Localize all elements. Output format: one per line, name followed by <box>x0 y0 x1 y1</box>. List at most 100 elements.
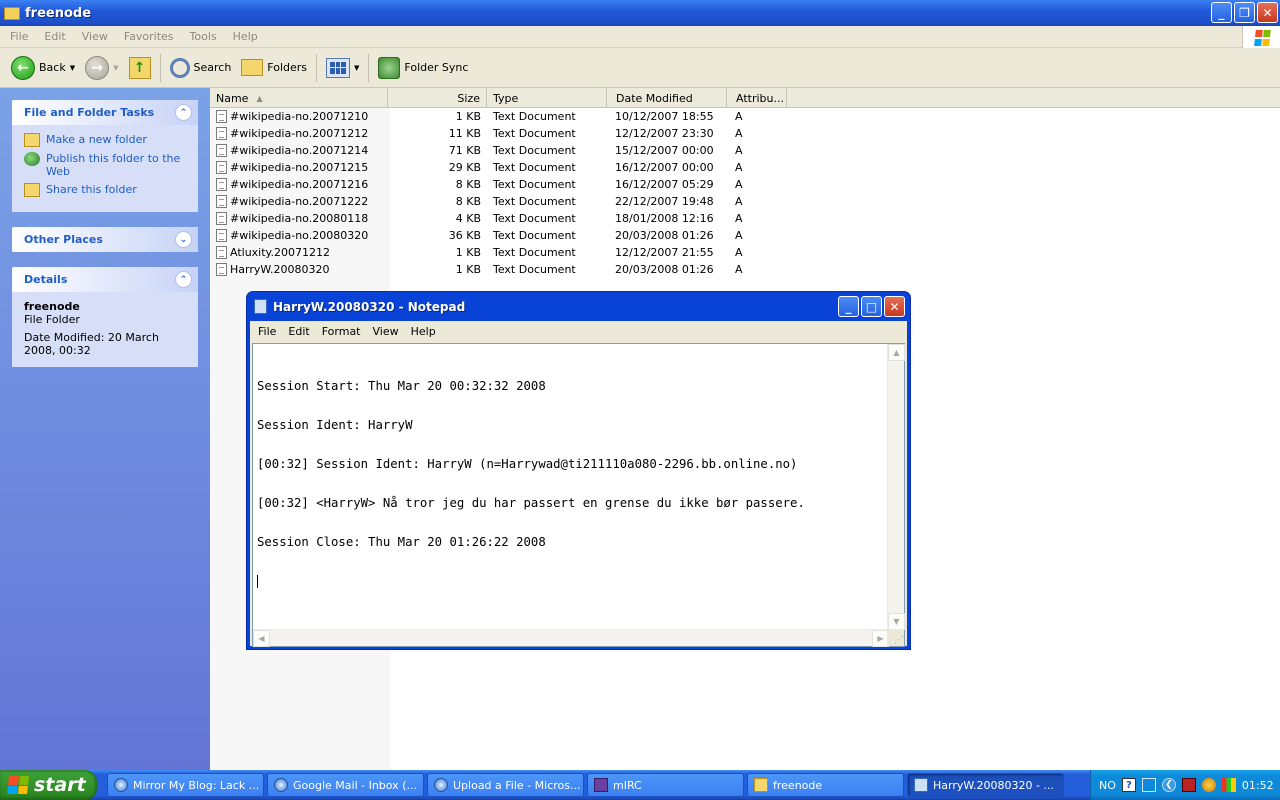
file-type: Text Document <box>493 212 576 225</box>
explorer-menu-bar: File Edit View Favorites Tools Help <box>0 26 1280 48</box>
file-row[interactable]: #wikipedia-no.20080320 36 KB Text Document… <box>210 227 787 244</box>
taskbar-button[interactable]: Google Mail - Inbox (... <box>267 773 424 797</box>
column-type-label: Type <box>493 91 519 105</box>
up-folder-icon: ↑ <box>128 56 151 79</box>
file-row[interactable]: Atluxity.20071212 1 KB Text Document 12/12/… <box>210 244 787 261</box>
taskbar-button-label: Google Mail - Inbox (... <box>293 778 417 792</box>
collapse-icon[interactable]: ⌃ <box>175 104 192 121</box>
menu-favorites[interactable]: Favorites <box>116 30 182 43</box>
search-icon <box>169 57 190 78</box>
search-button[interactable]: Search <box>165 52 237 84</box>
taskbar-button[interactable]: mIRC <box>587 773 744 797</box>
forward-button[interactable]: → ▼ <box>80 52 123 84</box>
taskbar-button[interactable]: freenode <box>747 773 904 797</box>
share-folder-icon <box>24 183 40 197</box>
up-folder-button[interactable]: ↑ <box>124 52 156 84</box>
file-name-cell: #wikipedia-no.20071215 <box>210 161 388 174</box>
text-document-icon <box>216 127 227 140</box>
list-header: Name ▲ Size Type Date Modified Attribu..… <box>210 88 1280 108</box>
notepad-maximize-button[interactable]: □ <box>861 296 882 317</box>
notepad-minimize-button[interactable]: _ <box>838 296 859 317</box>
other-places-header[interactable]: Other Places ⌄ <box>12 227 198 252</box>
notepad-text-area[interactable]: Session Start: Thu Mar 20 00:32:32 2008 … <box>252 343 905 647</box>
share-folder-link[interactable]: Share this folder <box>24 183 188 197</box>
file-type: Text Document <box>493 229 576 242</box>
scroll-up-icon[interactable]: ▲ <box>888 344 905 361</box>
taskbar-button[interactable]: HarryW.20080320 - ... <box>907 773 1064 797</box>
file-row[interactable]: #wikipedia-no.20071215 29 KB Text Document… <box>210 159 787 176</box>
column-header-type[interactable]: Type <box>487 88 607 108</box>
file-name-cell: #wikipedia-no.20071212 <box>210 127 388 140</box>
column-header-attributes[interactable]: Attribu... <box>727 88 787 108</box>
views-dropdown-icon[interactable]: ▼ <box>354 64 359 72</box>
notepad-menu-file[interactable]: File <box>252 325 282 338</box>
file-type: Text Document <box>493 110 576 123</box>
menu-tools[interactable]: Tools <box>182 30 225 43</box>
minimize-button[interactable]: _ <box>1211 2 1232 23</box>
back-arrow-icon: ← <box>11 55 35 80</box>
folders-button[interactable]: Folders <box>236 52 312 84</box>
file-type: Text Document <box>493 144 576 157</box>
resize-grip-icon[interactable]: ⋰ <box>887 629 904 646</box>
file-row[interactable]: #wikipedia-no.20071210 1 KB Text Document 1… <box>210 108 787 125</box>
tray-app-icon[interactable] <box>1181 778 1196 792</box>
back-dropdown-icon[interactable]: ▼ <box>70 64 75 72</box>
details-header[interactable]: Details ⌃ <box>12 267 198 292</box>
notepad-menu-format[interactable]: Format <box>316 325 367 338</box>
file-attributes: A <box>735 127 743 140</box>
toolbar-separator <box>316 53 318 82</box>
taskbar-button[interactable]: Upload a File - Micros... <box>427 773 584 797</box>
file-row[interactable]: #wikipedia-no.20071216 8 KB Text Document 1… <box>210 176 787 193</box>
clock[interactable]: 01:52 <box>1242 779 1274 792</box>
file-type: Text Document <box>493 127 576 140</box>
text-cursor <box>257 575 258 588</box>
vertical-scrollbar[interactable]: ▲ ▼ <box>887 344 905 630</box>
scroll-left-icon[interactable]: ◀ <box>253 630 270 647</box>
column-header-name[interactable]: Name ▲ <box>210 88 388 108</box>
menu-view[interactable]: View <box>74 30 116 43</box>
explorer-title-bar[interactable]: freenode _ ❐ ✕ <box>0 0 1280 26</box>
file-folder-tasks-header[interactable]: File and Folder Tasks ⌃ <box>12 100 198 125</box>
file-row[interactable]: #wikipedia-no.20071214 71 KB Text Document… <box>210 142 787 159</box>
notepad-menu-view[interactable]: View <box>367 325 405 338</box>
notepad-menu-edit[interactable]: Edit <box>282 325 315 338</box>
show-hidden-icons-icon[interactable]: ❮ <box>1161 778 1176 792</box>
back-button[interactable]: ← Back ▼ <box>6 52 80 84</box>
restore-button[interactable]: ❐ <box>1234 2 1255 23</box>
publish-folder-link[interactable]: Publish this folder to the Web <box>24 152 188 178</box>
ie-icon <box>274 778 288 792</box>
file-row[interactable]: HarryW.20080320 1 KB Text Document 20/03/20… <box>210 261 787 278</box>
close-button[interactable]: ✕ <box>1257 2 1278 23</box>
expand-icon[interactable]: ⌄ <box>175 231 192 248</box>
taskbar-button[interactable]: Mirror My Blog: Lack ... <box>107 773 264 797</box>
scroll-down-icon[interactable]: ▼ <box>888 613 905 630</box>
help-icon[interactable]: ? <box>1121 778 1136 792</box>
column-header-size[interactable]: Size <box>388 88 487 108</box>
tray-globe-icon[interactable] <box>1201 778 1216 792</box>
notepad-menu-help[interactable]: Help <box>405 325 442 338</box>
file-row[interactable]: #wikipedia-no.20071212 11 KB Text Document… <box>210 125 787 142</box>
file-row[interactable]: #wikipedia-no.20080118 4 KB Text Document 1… <box>210 210 787 227</box>
make-new-folder-link[interactable]: Make a new folder <box>24 133 188 147</box>
notepad-title-bar[interactable]: HarryW.20080320 - Notepad _ □ ✕ <box>250 292 907 321</box>
collapse-icon[interactable]: ⌃ <box>175 271 192 288</box>
other-places-panel: Other Places ⌄ <box>12 227 198 252</box>
folder-sync-label: Folder Sync <box>404 61 469 74</box>
language-indicator[interactable]: NO <box>1099 779 1116 792</box>
menu-help[interactable]: Help <box>225 30 266 43</box>
views-button[interactable]: ▼ <box>321 52 364 84</box>
start-button[interactable]: start <box>0 770 97 800</box>
notepad-close-button[interactable]: ✕ <box>884 296 905 317</box>
file-row[interactable]: #wikipedia-no.20071222 8 KB Text Document 2… <box>210 193 787 210</box>
task-pane: File and Folder Tasks ⌃ Make a new folde… <box>0 88 210 770</box>
network-icon[interactable] <box>1141 778 1156 792</box>
folder-sync-button[interactable]: Folder Sync <box>373 52 473 84</box>
notepad-menu-bar: File Edit Format View Help <box>250 321 907 341</box>
notepad-window[interactable]: HarryW.20080320 - Notepad _ □ ✕ File Edi… <box>246 291 911 650</box>
forward-dropdown-icon[interactable]: ▼ <box>113 64 118 72</box>
horizontal-scrollbar[interactable]: ◀ ▶ <box>253 629 889 647</box>
menu-file[interactable]: File <box>2 30 36 43</box>
menu-edit[interactable]: Edit <box>36 30 73 43</box>
column-header-date[interactable]: Date Modified <box>607 88 727 108</box>
tray-color-icon[interactable] <box>1221 778 1236 792</box>
